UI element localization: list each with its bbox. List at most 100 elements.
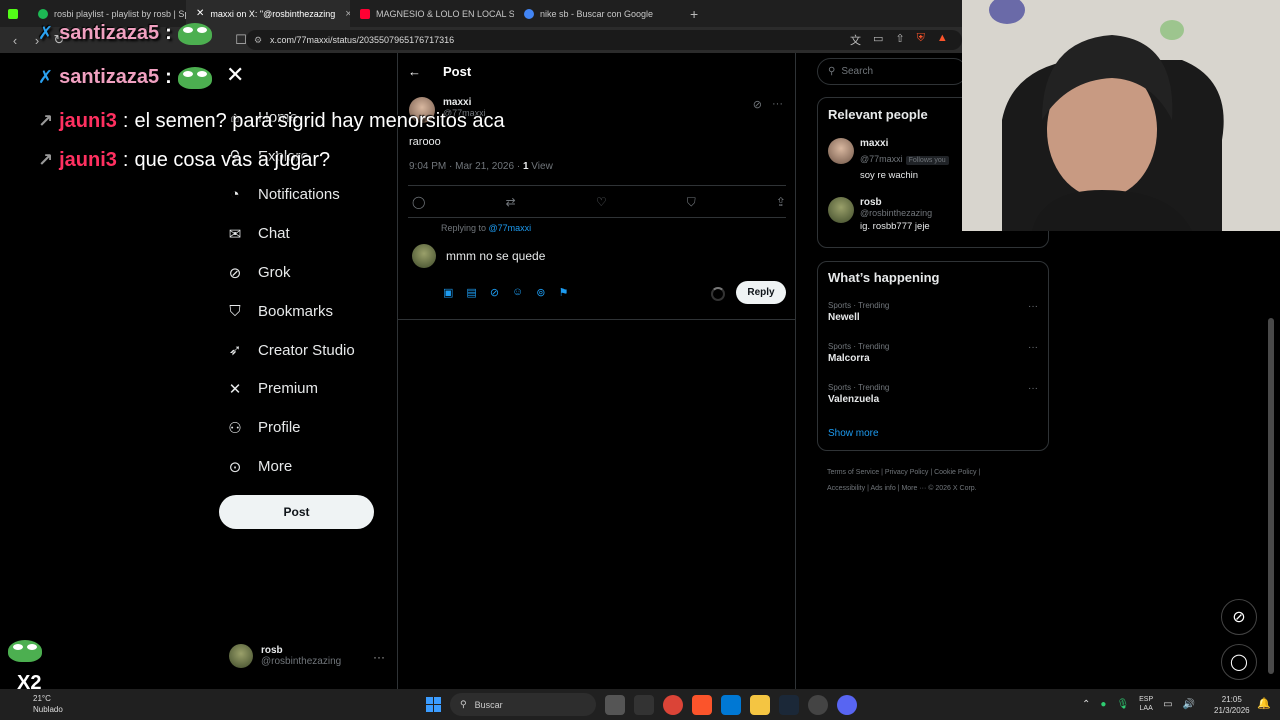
browser-tab[interactable]: MAGNESIO & LOLO EN LOCAL SUP — [350, 0, 514, 27]
share-icon[interactable]: ⇧ — [895, 32, 904, 48]
more-icon[interactable]: ··· — [373, 650, 385, 664]
back-arrow-icon[interactable]: ← — [408, 64, 421, 79]
status-dot-icon[interactable]: ● — [1100, 699, 1106, 710]
bookmark-icon: ⛉ — [229, 302, 241, 320]
notification-bell-icon[interactable]: 🔔 — [1257, 697, 1271, 710]
obs-icon[interactable] — [808, 695, 828, 715]
more-icon[interactable]: ··· — [1028, 342, 1038, 353]
like-icon[interactable]: ♡ — [596, 195, 607, 210]
reply-icon[interactable]: ◯ — [412, 195, 425, 210]
mic-icon[interactable]: 🎙 — [1116, 699, 1129, 710]
taskbar-search[interactable]: ⚲ Buscar — [450, 693, 596, 716]
cast-icon[interactable]: ▭ — [873, 32, 883, 48]
person-bio: soy re wachin — [860, 170, 919, 181]
sidebar-item-label: Profile — [258, 419, 301, 437]
grok-icon[interactable]: ⊘ — [753, 98, 762, 111]
more-icon[interactable]: ··· — [772, 98, 783, 111]
chevron-up-icon[interactable]: ⌃ — [1082, 699, 1090, 710]
repost-icon[interactable]: ⇄ — [506, 195, 516, 210]
webcam-overlay — [962, 0, 1280, 231]
footer-line[interactable]: Terms of Service | Privacy Policy | Cook… — [827, 465, 1037, 481]
post-button[interactable]: Post — [219, 495, 374, 529]
store-icon[interactable] — [721, 695, 741, 715]
sidebar-item-premium[interactable]: ✕ Premium — [226, 370, 355, 409]
sidebar-item-grok[interactable]: ⊘ Grok — [226, 253, 355, 292]
more-icon[interactable]: ··· — [1028, 301, 1038, 312]
sidebar-item-notifications[interactable]: ◔ Notifications — [226, 176, 355, 215]
back-icon[interactable]: ‹ — [4, 33, 26, 48]
sidebar-item-bookmarks[interactable]: ⛉ Bookmarks — [226, 292, 355, 331]
mail-icon: ✉ — [228, 225, 242, 243]
search-input[interactable]: ⚲ Search — [817, 58, 967, 85]
show-more-link[interactable]: Show more — [828, 428, 879, 439]
brave-rewards-icon[interactable]: ▲ — [937, 32, 948, 48]
folder-icon[interactable] — [750, 695, 770, 715]
sidebar-item-more[interactable]: ⊙ More — [226, 447, 355, 486]
account-switcher[interactable]: rosb @rosbinthezazing ··· — [229, 644, 389, 668]
post-actions: ◯ ⇄ ♡ ⛉ ⇪ — [412, 195, 786, 210]
brave-shield-icon[interactable]: ⛨ — [917, 32, 925, 48]
grok-fab-button[interactable]: ⊘ — [1221, 599, 1257, 635]
scrollbar[interactable] — [1268, 318, 1274, 674]
url-text: x.com/77maxxi/status/2035507965176717316 — [270, 35, 455, 45]
avatar — [412, 244, 436, 268]
trend-item[interactable]: Sports · Trending Newell ··· — [828, 301, 1038, 323]
sidebar-item-label: Creator Studio — [258, 341, 355, 359]
post-timestamp[interactable]: 9:04 PM · Mar 21, 2026 · — [409, 161, 523, 172]
taskbar-apps — [605, 695, 857, 715]
messages-fab-button[interactable]: ◯ — [1221, 644, 1257, 680]
bookmark-icon[interactable]: ⛉ — [687, 195, 696, 210]
start-icon[interactable] — [426, 697, 441, 712]
trend-item[interactable]: Sports · Trending Valenzuela ··· — [828, 383, 1038, 405]
trend-name: Malcorra — [828, 353, 870, 364]
network-icon[interactable]: ▭ — [1163, 699, 1172, 710]
post-ops: ⊘ ··· — [753, 98, 783, 111]
clock[interactable]: 21:05 21/3/2026 — [1214, 694, 1250, 716]
reply-button[interactable]: Reply — [736, 281, 786, 304]
tab-title: nike sb - Buscar con Google — [540, 8, 654, 19]
file-explorer-icon[interactable] — [605, 695, 625, 715]
discord-icon[interactable] — [837, 695, 857, 715]
language-indicator[interactable]: ESP LAA — [1139, 695, 1153, 713]
search-icon: ⚲ — [460, 699, 467, 709]
new-tab-button[interactable]: + — [682, 6, 706, 22]
epic-games-icon[interactable] — [634, 695, 654, 715]
sidebar-item-profile[interactable]: ⚇ Profile — [226, 408, 355, 447]
site-info-icon[interactable]: ⚙ — [254, 30, 262, 50]
image-icon[interactable]: ▣ — [443, 286, 453, 299]
arrow-badge-icon: ↗ — [38, 150, 54, 170]
arrow-badge-icon: ↗ — [38, 111, 54, 131]
footer-line[interactable]: Accessibility | Ads info | More ··· © 20… — [827, 481, 1037, 497]
steam-icon[interactable] — [779, 695, 799, 715]
person-item[interactable]: maxxi @77maxxi Follows you soy re wachin — [828, 138, 949, 181]
views-label: View — [528, 161, 553, 172]
brave-icon[interactable] — [692, 695, 712, 715]
replying-to-link[interactable]: @77maxxi — [489, 223, 532, 233]
chat-username: santizaza5 — [59, 22, 160, 44]
tab-title: maxxi on X: "@rosbinthezazing — [210, 8, 336, 19]
browser-menu-icon[interactable] — [0, 0, 28, 27]
share-icon[interactable]: ⇪ — [776, 195, 786, 210]
browser-tab[interactable]: nike sb - Buscar con Google — [514, 0, 682, 27]
reply-input[interactable] — [446, 249, 746, 263]
taskbar-search-label: Buscar — [474, 699, 503, 710]
weather-widget[interactable]: 21°C Nublado — [33, 693, 63, 715]
person-item[interactable]: rosb @rosbinthezazing ig. rosbb777 jeje — [828, 197, 932, 232]
sidebar-item-chat[interactable]: ✉ Chat — [226, 214, 355, 253]
gif-icon[interactable]: ▤ — [466, 286, 476, 299]
flag-icon[interactable]: ⚑ — [558, 286, 568, 299]
trend-item[interactable]: Sports · Trending Malcorra ··· — [828, 342, 1038, 364]
location-icon[interactable]: ⊚ — [536, 286, 545, 299]
trend-category: Sports · Trending — [828, 342, 890, 351]
lang-code: ESP — [1139, 696, 1154, 703]
x-logo-icon[interactable]: ✕ — [226, 62, 244, 88]
volume-icon[interactable]: 🔊 — [1183, 699, 1195, 710]
clock-time: 21:05 — [1221, 695, 1242, 704]
sidebar-item-label: Chat — [258, 225, 290, 243]
more-icon[interactable]: ··· — [1028, 383, 1038, 394]
grok-icon[interactable]: ⊘ — [490, 286, 499, 299]
chrome-icon[interactable] — [663, 695, 683, 715]
emoji-icon[interactable]: ☺ — [512, 286, 523, 299]
translate-icon[interactable]: 文 — [850, 32, 861, 48]
sidebar-item-creator-studio[interactable]: ➶ Creator Studio — [226, 331, 355, 370]
